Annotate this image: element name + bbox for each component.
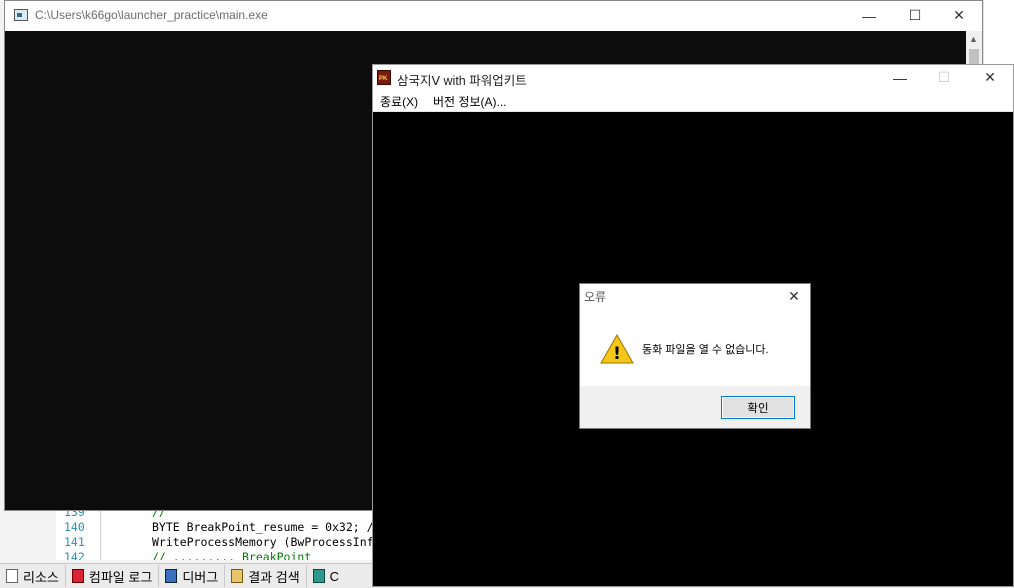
tab-debug[interactable]: 디버그	[159, 565, 226, 587]
game-titlebar[interactable]: PK 삼국지Ⅴ with 파워업키트 — ☐ ✕	[373, 65, 1013, 90]
compile-log-icon	[71, 569, 84, 583]
game-icon-text: PK	[379, 76, 388, 82]
tab-resources[interactable]: 리소스	[0, 565, 66, 587]
tab-label: 컴파일 로그	[88, 569, 153, 585]
close-button[interactable]: ✕	[967, 65, 1013, 90]
minimize-button[interactable]: —	[846, 1, 892, 30]
scroll-up-icon[interactable]: ▲	[969, 34, 978, 44]
minimize-button[interactable]: —	[877, 65, 923, 90]
error-dialog: 오류 ✕ ! 동화 파일을 열 수 없습니다. 확인	[579, 283, 811, 429]
code-line[interactable]: // ......... BreakPoint	[152, 550, 311, 560]
maximize-button: ☐	[937, 69, 951, 85]
class-icon	[312, 569, 325, 583]
warning-icon: !	[600, 334, 634, 364]
line-number: 141	[64, 535, 85, 549]
tab-label: 디버그	[182, 569, 219, 585]
warning-mark: !	[613, 344, 621, 364]
game-title: 삼국지Ⅴ with 파워업키트	[397, 74, 527, 88]
tab-label: 결과 검색	[248, 569, 300, 585]
dialog-footer: 확인	[580, 386, 810, 428]
menu-version-info[interactable]: 버전 정보(A)...	[433, 93, 507, 110]
console-title: C:\Users\k66go\launcher_practice\main.ex…	[35, 8, 268, 22]
tab-search-results[interactable]: 결과 검색	[225, 565, 307, 587]
search-results-icon	[231, 569, 244, 583]
line-number: 142	[64, 550, 85, 560]
tab-compile-log[interactable]: 컴파일 로그	[66, 565, 160, 587]
close-button[interactable]: ✕	[936, 1, 982, 30]
dialog-message: 동화 파일을 열 수 없습니다.	[642, 344, 769, 356]
console-titlebar[interactable]: C:\Users\k66go\launcher_practice\main.ex…	[5, 1, 982, 31]
dialog-close-button[interactable]: ✕	[782, 286, 806, 306]
tab-label: 리소스	[23, 569, 59, 585]
line-number: 140	[64, 520, 85, 534]
debug-icon	[165, 569, 178, 583]
game-app-icon: PK	[377, 70, 391, 85]
maximize-button[interactable]: ☐	[892, 1, 938, 30]
code-line[interactable]: WriteProcessMemory (BwProcessInf	[152, 535, 374, 550]
game-menubar: 종료(X) 버전 정보(A)...	[373, 90, 1013, 112]
ok-button[interactable]: 확인	[721, 396, 795, 419]
dialog-title: 오류	[584, 290, 607, 304]
code-line[interactable]: BYTE BreakPoint_resume = 0x32; /	[152, 520, 374, 535]
menu-exit[interactable]: 종료(X)	[380, 93, 418, 110]
tab-label: C	[329, 568, 340, 584]
console-app-icon	[14, 9, 28, 21]
resource-icon	[6, 569, 18, 583]
code-editor[interactable]: 139 // 140 BYTE BreakPoint_resume = 0x32…	[56, 505, 386, 560]
tab-class[interactable]: C	[307, 565, 345, 587]
